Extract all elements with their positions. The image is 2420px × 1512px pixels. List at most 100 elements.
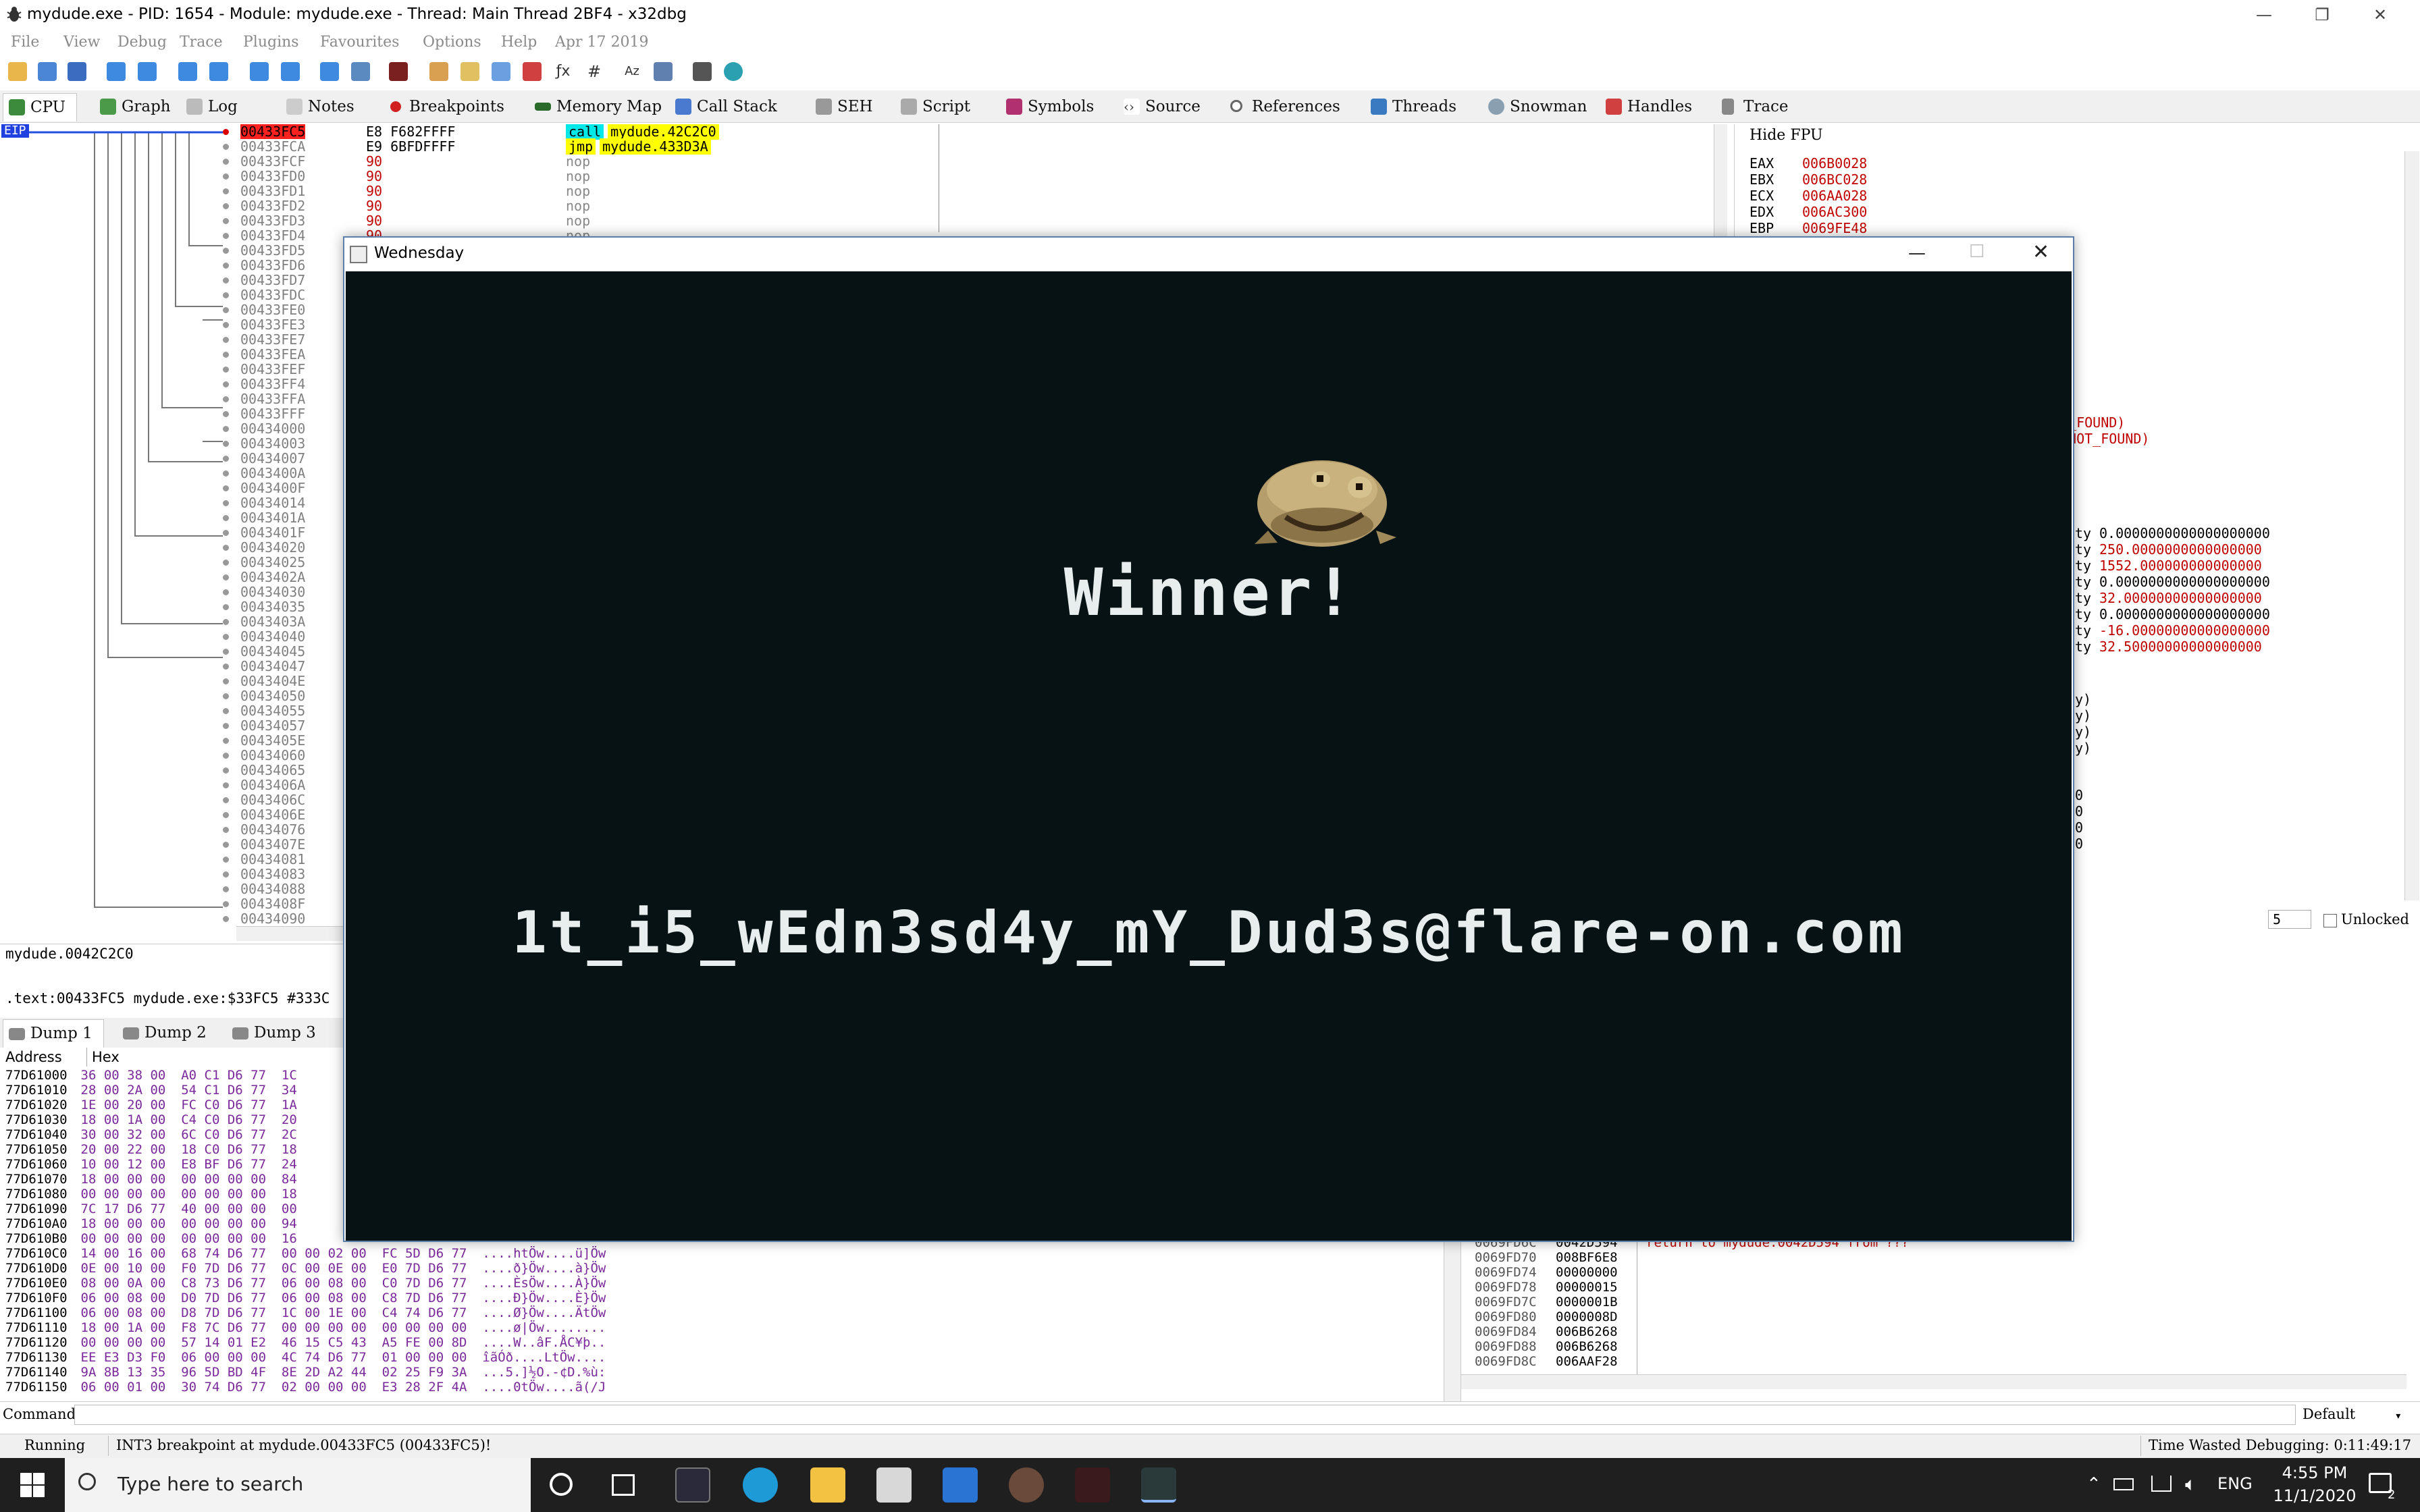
breakpoint-dot[interactable] [223, 619, 229, 625]
dump-row[interactable]: 77D610D0 0E 00 10 00 F0 7D D6 77 0C 00 0E… [5, 1261, 606, 1276]
instruction-address[interactable]: 00434007 [240, 451, 305, 466]
dump-row[interactable]: 77D610A0 18 00 00 00 00 00 00 00 94 [5, 1216, 297, 1231]
stack-value[interactable]: 0000008D [1556, 1310, 1618, 1324]
game-canvas[interactable]: Winner! 1t_i5_wEdn3sd4y_mY_Dud3s@flare-o… [346, 271, 2072, 1241]
breakpoint-dot[interactable] [223, 634, 229, 640]
instruction-text[interactable]: nop [566, 198, 590, 213]
instruction-address[interactable]: 0043401A [240, 510, 305, 525]
globe-icon[interactable] [724, 62, 743, 81]
instruction-address[interactable]: 0043406E [240, 807, 305, 822]
unlocked-checkbox[interactable] [2323, 914, 2337, 927]
dump-row[interactable]: 77D61140 9A 8B 13 35 96 5D BD 4F 8E 2D A2… [5, 1365, 606, 1380]
clock-time[interactable]: 4:55 PM [2274, 1463, 2355, 1482]
instruction-address[interactable]: 00434090 [240, 911, 305, 926]
tab-symbols[interactable]: Symbols [1001, 93, 1094, 122]
minimize-button[interactable]: — [2235, 0, 2293, 31]
fpu-value[interactable]: -16.00000000000000000 [2099, 622, 2270, 639]
instruction-address[interactable]: 0043406C [240, 792, 305, 807]
dump-row[interactable]: 77D61020 1E 00 20 00 FC C0 D6 77 1A [5, 1098, 297, 1112]
restart-icon[interactable] [38, 62, 57, 81]
instruction-address[interactable]: 0043400A [240, 466, 305, 481]
dump-row[interactable]: 77D61120 00 00 00 00 57 14 01 E2 46 15 C5… [5, 1335, 606, 1350]
windows-start-icon[interactable] [20, 1473, 45, 1497]
breakpoint-dot[interactable] [223, 901, 229, 907]
menu-file[interactable]: File [11, 34, 39, 51]
instruction-address[interactable]: 00434035 [240, 599, 305, 614]
instruction-address[interactable]: 00434088 [240, 882, 305, 896]
breakpoint-dot[interactable] [223, 248, 229, 254]
tab-dump-3[interactable]: Dump 3 [227, 1019, 316, 1048]
instruction-address[interactable]: 0043403A [240, 614, 305, 629]
dump-row[interactable]: 77D61090 7C 17 D6 77 40 00 00 00 00 [5, 1202, 297, 1216]
breakpoint-dot[interactable] [223, 381, 229, 387]
breakpoint-dot[interactable] [223, 322, 229, 328]
instruction-text[interactable]: nop [566, 154, 590, 169]
breakpoint-dot[interactable] [223, 277, 229, 284]
instruction-address[interactable]: 0043404E [240, 674, 305, 688]
tab-dump-2[interactable]: Dump 2 [117, 1019, 207, 1048]
trace-over-icon[interactable] [281, 62, 300, 81]
breakpoint-dot[interactable] [223, 842, 229, 848]
breakpoint-dot[interactable] [223, 693, 229, 699]
breakpoint-dot[interactable] [223, 560, 229, 566]
tab-call-stack[interactable]: Call Stack [670, 93, 777, 122]
instruction-address[interactable]: 00433FFA [240, 392, 305, 406]
tab-threads[interactable]: Threads [1365, 93, 1456, 122]
hide-fpu-button[interactable]: Hide FPU [1750, 124, 1823, 147]
register-value[interactable]: 006AA028 [1802, 188, 1867, 204]
register-value[interactable]: 006BC028 [1802, 171, 1867, 188]
input-language[interactable]: ENG [2217, 1474, 2253, 1493]
instruction-address[interactable]: 00434045 [240, 644, 305, 659]
breakpoint-dot[interactable] [223, 307, 229, 313]
store-icon[interactable] [876, 1467, 912, 1503]
labels-icon[interactable] [492, 62, 510, 81]
instruction-address[interactable]: 0043401F [240, 525, 305, 540]
instruction-address[interactable]: 00433FFF [240, 406, 305, 421]
run-icon[interactable] [107, 62, 126, 81]
fpu-value[interactable]: 250.0000000000000000 [2099, 541, 2262, 558]
fpu-value[interactable]: 0.0000000000000000000 [2099, 525, 2270, 541]
instruction-address[interactable]: 00434065 [240, 763, 305, 778]
stack-hscroll[interactable] [1461, 1374, 2406, 1389]
strings-icon[interactable]: Az [623, 62, 641, 81]
instruction-address[interactable]: 00433FCA [240, 139, 305, 154]
breakpoint-dot[interactable] [223, 574, 229, 580]
register-value[interactable]: 006B0028 [1802, 155, 1867, 171]
instruction-address[interactable]: 00433FE7 [240, 332, 305, 347]
game-minimize-button[interactable]: — [1908, 243, 1926, 263]
tab-script[interactable]: Script [895, 93, 970, 122]
instruction-text[interactable]: nop [566, 169, 590, 184]
bookmarks-icon[interactable] [523, 62, 542, 81]
fpu-value[interactable]: 1552.000000000000000 [2099, 558, 2262, 574]
instruction-address[interactable]: 0043405E [240, 733, 305, 748]
tab-snowman[interactable]: Snowman [1483, 93, 1587, 122]
breakpoint-dot[interactable] [223, 352, 229, 358]
instruction-text[interactable]: jmp mydude.433D3A [566, 138, 711, 155]
spin-box[interactable]: 5 [2268, 910, 2311, 929]
breakpoint-dot[interactable] [223, 886, 229, 892]
scylla-icon[interactable] [389, 62, 408, 81]
fpu-value[interactable]: 0.0000000000000000000 [2099, 606, 2270, 622]
instruction-address[interactable]: 00433FE0 [240, 302, 305, 317]
instruction-address[interactable]: 00434030 [240, 585, 305, 599]
breakpoint-dot[interactable] [223, 396, 229, 402]
instruction-text[interactable]: call mydude.42C2C0 [566, 124, 719, 140]
instruction-address[interactable]: 00434000 [240, 421, 305, 436]
breakpoint-dot[interactable] [223, 411, 229, 417]
breakpoint-dot[interactable] [223, 678, 229, 684]
breakpoint-dot[interactable] [223, 723, 229, 729]
instruction-address[interactable]: 00434025 [240, 555, 305, 570]
dump-row[interactable]: 77D61010 28 00 2A 00 54 C1 D6 77 34 [5, 1083, 297, 1098]
instruction-address[interactable]: 0043400F [240, 481, 305, 495]
close-button[interactable]: ✕ [2351, 0, 2409, 31]
step-into-icon[interactable] [178, 62, 197, 81]
breakpoint-dot[interactable] [223, 753, 229, 759]
stop-icon[interactable] [68, 62, 86, 81]
breakpoint-dot[interactable] [223, 812, 229, 818]
tab-memory-map[interactable]: Memory Map [529, 93, 662, 122]
menu-view[interactable]: View [63, 34, 100, 51]
instruction-address[interactable]: 00434057 [240, 718, 305, 733]
tab-dump-1[interactable]: Dump 1 [3, 1019, 104, 1048]
instruction-address[interactable]: 00434014 [240, 495, 305, 510]
fpu-value[interactable]: 32.50000000000000000 [2099, 639, 2262, 655]
